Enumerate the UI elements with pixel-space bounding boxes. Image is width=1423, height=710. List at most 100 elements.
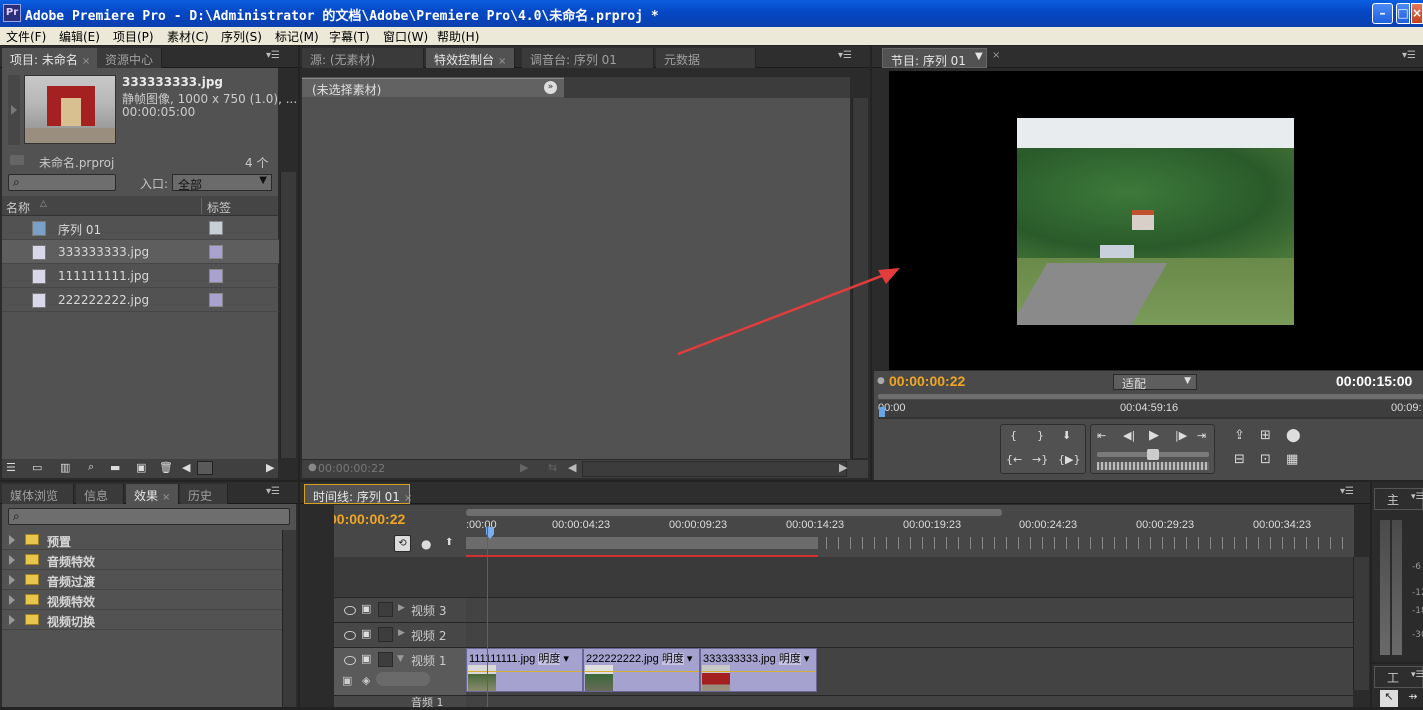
step-back-icon[interactable]: ◀| [1123,429,1135,442]
opacity-line[interactable] [584,671,699,672]
menu-sequence[interactable]: 序列(S) [221,28,262,45]
panel-menu-icon[interactable]: ▾☰ [1340,486,1354,497]
program-viewer[interactable] [889,71,1423,370]
expand-arrow-icon[interactable] [9,555,15,565]
close-icon[interactable]: × [498,56,506,67]
find-icon[interactable]: ⌕ [88,460,94,474]
safe-margins-icon[interactable]: ⊞ [1260,428,1271,443]
shuttle-slider[interactable] [1097,449,1209,460]
set-marker-icon[interactable]: ⬇ [1062,429,1071,442]
icon-view-icon[interactable]: ▭ [32,461,42,474]
tab-media-browser[interactable]: 媒体浏览 [2,484,74,504]
menu-window[interactable]: 窗口(W) [383,28,428,45]
lock-icon[interactable]: ▣ [361,652,371,665]
sync-lock-toggle[interactable] [378,652,393,667]
list-view-icon[interactable]: ☰ [6,461,16,474]
maximize-button[interactable]: □ [1396,3,1410,24]
label-swatch[interactable] [209,269,223,283]
trim-icon[interactable]: ⊡ [1260,452,1271,467]
expand-track-icon[interactable]: ▶ [398,628,405,638]
step-forward-icon[interactable]: |▶ [1175,429,1187,442]
minimize-button[interactable]: – [1372,3,1393,24]
set-in-icon[interactable]: { [1010,429,1017,442]
folder-video-transitions[interactable]: 视频切换 [2,610,283,630]
tab-audio-mixer[interactable]: 调音台: 序列 01 [522,48,654,68]
program-current-timecode[interactable]: 00:00:00:22 [889,373,965,389]
lock-icon[interactable]: ▣ [361,627,371,640]
panel-menu-icon[interactable]: ▾☰ [1411,492,1423,502]
extract-icon[interactable]: ⊟ [1234,452,1245,467]
close-icon[interactable]: × [404,493,412,504]
delete-icon[interactable]: 🗑 [159,461,173,474]
sync-lock-toggle[interactable] [378,627,393,642]
play-preview-button[interactable] [8,75,20,145]
snap-icon[interactable]: ⟲ [394,535,411,552]
lift-icon[interactable]: ⇪ [1234,428,1245,443]
loop-icon[interactable]: ⇆ [548,461,557,474]
play-icon[interactable]: ▶ [1149,428,1159,443]
project-item-sequence[interactable]: 序列 01 [2,216,279,240]
panel-menu-icon[interactable]: ▾☰ [838,50,852,61]
play-in-out-icon[interactable]: {▶} [1058,453,1080,466]
entry-select[interactable]: 全部 ▼ [172,174,272,192]
eye-icon[interactable] [344,656,356,665]
opacity-line[interactable] [467,671,582,672]
project-item-333[interactable]: 333333333.jpg [2,240,279,264]
clip-333[interactable]: 333333333.jpg 明度 ▾ [700,648,817,692]
go-to-in-icon[interactable]: {← [1006,453,1022,466]
shuttle-handle[interactable] [1147,449,1159,460]
tab-info[interactable]: 信息 [76,484,124,504]
menu-clip[interactable]: 素材(C) [167,28,209,45]
scroll-left-icon[interactable]: ◀ [568,461,576,474]
label-swatch[interactable] [209,221,223,235]
set-out-icon[interactable]: } [1037,429,1044,442]
effect-timecode[interactable]: 00:00:00:22 [318,462,385,475]
jog-dial[interactable] [1097,462,1209,470]
timeline-ruler[interactable]: :00:00 00:00:04:23 00:00:09:23 00:00:14:… [466,505,1354,557]
column-name[interactable]: 名称 [6,199,30,216]
fit-select[interactable]: 适配 ▼ [1113,374,1197,391]
tab-effects[interactable]: 效果 × [126,484,180,504]
keyframe-icon[interactable]: ◈ [362,674,370,687]
expand-arrow-icon[interactable] [9,575,15,585]
eye-icon[interactable] [344,606,356,615]
menu-project[interactable]: 项目(P) [113,28,154,45]
effects-search-input[interactable]: ⌕ [8,508,290,525]
chevron-down-icon[interactable]: ▼ [975,51,983,62]
set-encore-marker-icon[interactable]: ● [421,537,431,551]
prev-edit-icon[interactable]: ⇤ [1097,429,1106,442]
lock-icon[interactable]: ▣ [361,602,371,615]
tab-project[interactable]: 项目: 未命名 × [2,48,100,68]
panel-menu-icon[interactable]: ▾☰ [1411,670,1423,680]
close-button[interactable]: × [1411,3,1423,24]
menu-marker[interactable]: 标记(M) [275,28,319,45]
tab-resource-center[interactable]: 资源中心 [97,48,163,68]
tab-source[interactable]: 源: (无素材) [302,48,424,68]
collapse-track-icon[interactable]: ▼ [397,654,404,664]
column-label[interactable]: 标签 [207,199,231,216]
timeline-v-scrollbar[interactable] [1353,557,1369,690]
expand-track-icon[interactable]: ▶ [398,603,405,613]
timeline-zoom-bar[interactable] [582,461,847,477]
work-area-bar[interactable] [466,537,818,549]
sync-lock-toggle[interactable] [378,602,393,617]
folder-presets[interactable]: 预置 [2,530,283,550]
audio-meter-tab[interactable]: 主 ▾☰ [1374,488,1423,510]
tab-timeline[interactable]: 时间线: 序列 01 × [304,484,412,504]
selection-tool-icon[interactable]: ↖ [1380,690,1398,707]
track-select-tool-icon[interactable]: ⇸ [1404,690,1422,707]
scroll-right-icon[interactable]: ▶ [266,461,274,474]
label-swatch[interactable] [209,245,223,259]
display-style-icon[interactable]: ▣ [342,674,352,687]
panel-menu-icon[interactable]: ▾☰ [266,486,280,497]
label-swatch[interactable] [209,293,223,307]
tab-history[interactable]: 历史 [180,484,228,504]
effects-scrollbar[interactable] [282,530,296,707]
menu-file[interactable]: 文件(F) [6,28,46,45]
h-scroll-thumb[interactable] [197,461,213,475]
new-bin-icon[interactable]: ▬ [110,461,120,474]
folder-audio-transitions[interactable]: 音频过渡 [2,570,283,590]
menu-edit[interactable]: 编辑(E) [59,28,100,45]
project-search-input[interactable]: ⌕ [8,174,116,191]
show-timeline-icon[interactable]: » [544,81,557,94]
